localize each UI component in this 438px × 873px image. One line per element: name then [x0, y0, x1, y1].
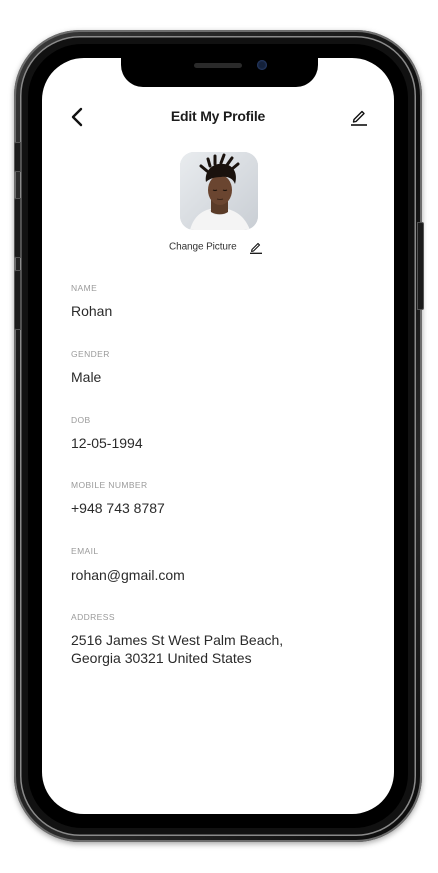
- address-label: ADDRESS: [71, 612, 115, 622]
- name-label: NAME: [71, 283, 98, 293]
- mobile-number-label: MOBILE NUMBER: [71, 480, 148, 490]
- page-title: Edit My Profile: [170, 108, 266, 124]
- power-button: [417, 222, 424, 310]
- profile-photo: [180, 152, 258, 230]
- notch: [121, 57, 318, 87]
- email-value[interactable]: rohan@gmail.com: [71, 566, 371, 584]
- pencil-icon: [351, 110, 367, 126]
- email-label: EMAIL: [71, 546, 99, 556]
- change-picture-button[interactable]: Change Picture: [169, 238, 263, 258]
- change-picture-label: Change Picture: [169, 241, 237, 253]
- front-camera: [257, 60, 267, 70]
- address-line-1: 2516 James St West Palm Beach,: [71, 632, 284, 648]
- gender-value[interactable]: Male: [71, 368, 371, 386]
- mobile-number-value[interactable]: +948 743 8787: [71, 499, 371, 517]
- name-value[interactable]: Rohan: [71, 302, 371, 320]
- gender-label: GENDER: [71, 349, 110, 359]
- dob-label: DOB: [71, 415, 91, 425]
- avatar[interactable]: [180, 152, 258, 230]
- back-button[interactable]: [68, 106, 88, 128]
- volume-down-button: [14, 270, 21, 330]
- chevron-left-icon: [71, 107, 83, 127]
- address-value[interactable]: 2516 James St West Palm Beach, Georgia 3…: [71, 631, 371, 667]
- volume-up-button: [14, 198, 21, 258]
- address-line-2: Georgia 30321 United States: [71, 650, 252, 666]
- dob-value[interactable]: 12-05-1994: [71, 434, 371, 452]
- silent-switch: [14, 142, 21, 172]
- edit-profile-button[interactable]: [350, 106, 368, 126]
- pencil-icon: [249, 242, 262, 254]
- earpiece-speaker: [194, 63, 242, 68]
